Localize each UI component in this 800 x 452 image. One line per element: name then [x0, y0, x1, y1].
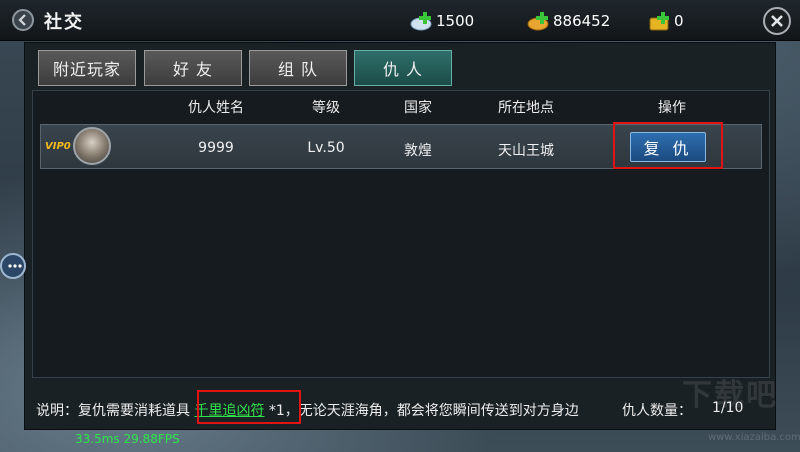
enemy-level: Lv.50 — [307, 140, 345, 156]
avatar[interactable] — [73, 127, 111, 165]
column-header-level: 等级 — [312, 100, 340, 116]
back-button[interactable] — [12, 9, 34, 31]
tab-friends[interactable]: 好 友 — [144, 50, 242, 86]
vip-badge: VIP0 — [45, 141, 71, 152]
column-header-location: 所在地点 — [498, 100, 554, 116]
tab-nearby-players[interactable]: 附近玩家 — [38, 50, 136, 86]
bound-gold-amount: 0 — [674, 12, 684, 30]
gold-currency[interactable]: 886452 — [527, 9, 610, 33]
description-suffix: *1，无论天涯海角，都会将您瞬间传送到对方身边 — [264, 403, 579, 419]
bound-gold-plus-icon — [648, 10, 672, 32]
revenge-button-highlight — [613, 122, 723, 169]
page-title: 社交 — [44, 12, 84, 33]
close-button[interactable] — [763, 7, 791, 35]
revenge-description: 说明：复仇需要消耗道具 千里追凶符 *1，无论天涯海角，都会将您瞬间传送到对方身… — [36, 400, 579, 420]
diamond-plus-icon — [410, 10, 434, 32]
side-menu-handle[interactable] — [0, 253, 26, 279]
enemy-country: 敦煌 — [404, 143, 432, 159]
tab-team[interactable]: 组 队 — [249, 50, 347, 86]
bound-gold-currency[interactable]: 0 — [648, 9, 684, 33]
enemy-location: 天山王城 — [498, 143, 554, 159]
diamond-currency[interactable]: 1500 — [410, 9, 474, 33]
more-dots-icon — [8, 264, 22, 268]
gold-plus-icon — [527, 10, 551, 32]
description-prefix: 说明：复仇需要消耗道具 — [36, 403, 195, 419]
tab-enemies[interactable]: 仇 人 — [354, 50, 452, 86]
gold-amount: 886452 — [553, 12, 611, 30]
watermark-url: www.xiazaiba.com — [708, 432, 800, 443]
column-header-action: 操作 — [658, 100, 686, 116]
diamond-amount: 1500 — [436, 12, 475, 30]
item-highlight — [197, 390, 301, 424]
enemy-name: 9999 — [198, 140, 234, 156]
column-header-name: 仇人姓名 — [188, 100, 244, 116]
watermark-logo: 下载吧 — [682, 378, 778, 413]
top-bar: 社交 1500 886452 0 — [0, 0, 800, 41]
column-header-country: 国家 — [404, 100, 432, 116]
fps-counter: 33.5ms 29.88FPS — [75, 432, 180, 446]
close-icon — [771, 15, 783, 27]
chevron-left-icon — [18, 14, 26, 26]
